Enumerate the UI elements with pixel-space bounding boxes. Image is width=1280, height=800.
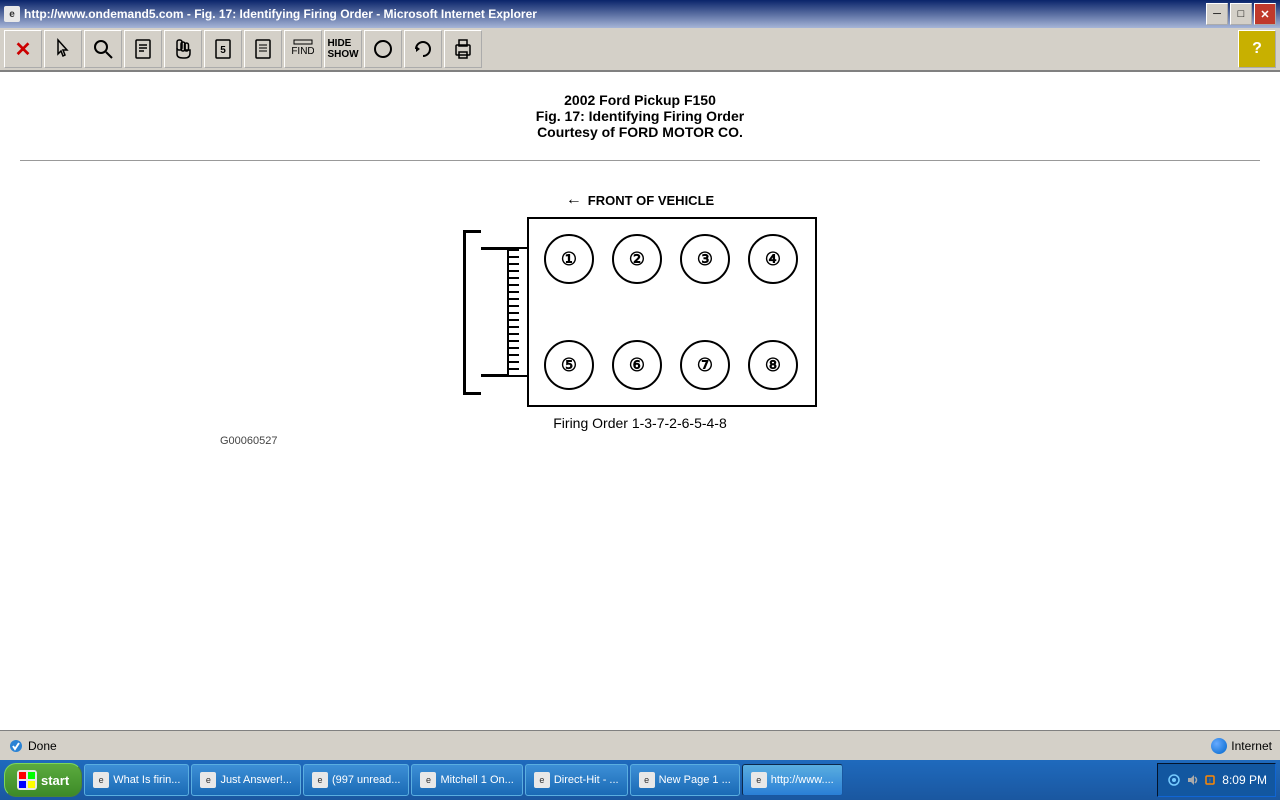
start-label: start [41, 773, 69, 788]
taskbar-item-icon-6: e [751, 772, 767, 788]
ie-icon: e [4, 6, 20, 22]
header-divider [20, 160, 1260, 161]
cylinder-5: ⑤ [544, 340, 594, 390]
tray-icon-volume [1184, 772, 1200, 788]
svg-text:FIND: FIND [292, 46, 314, 57]
help-btn[interactable]: ? [1238, 30, 1276, 68]
print-btn[interactable] [444, 30, 482, 68]
crank-arm-bottom [481, 374, 507, 377]
top-cylinder-row: ① ② ③ ④ [544, 234, 798, 284]
hand-btn[interactable] [164, 30, 202, 68]
taskbar-item-6[interactable]: e http://www.... [742, 764, 843, 796]
start-button[interactable]: start [4, 763, 82, 797]
hideshow-btn[interactable]: HIDESHOW [324, 30, 362, 68]
cylinder-1: ① [544, 234, 594, 284]
circle-btn[interactable] [364, 30, 402, 68]
close-btn[interactable]: ✕ [4, 30, 42, 68]
start-icon [17, 770, 37, 790]
taskbar-item-label-2: (997 unread... [332, 774, 401, 786]
fig-title: Fig. 17: Identifying Firing Order [20, 108, 1260, 124]
globe-icon [1211, 738, 1227, 754]
tray-icons: ! [1166, 772, 1218, 788]
refresh-btn[interactable] [404, 30, 442, 68]
taskbar-item-icon-3: e [420, 772, 436, 788]
doc-btn[interactable] [124, 30, 162, 68]
taskbar-item-icon-2: e [312, 772, 328, 788]
taskbar-clock: 8:09 PM [1222, 773, 1267, 787]
crank-connectors [481, 247, 507, 377]
internet-zone: Internet [1211, 738, 1272, 754]
window-title: http://www.ondemand5.com - Fig. 17: Iden… [24, 7, 1206, 21]
cylinder-3: ③ [680, 234, 730, 284]
front-arrow-icon: ← [566, 191, 582, 209]
doc3-btn[interactable] [244, 30, 282, 68]
toolbar: ✕ 5 FIND HIDESHOW ? [0, 28, 1280, 72]
status-bar: Done Internet [0, 730, 1280, 760]
ruler-marks [507, 247, 529, 377]
taskbar-item-0[interactable]: e What Is firin... [84, 764, 189, 796]
taskbar-item-icon-0: e [93, 772, 109, 788]
vehicle-title: 2002 Ford Pickup F150 [20, 92, 1260, 108]
taskbar-item-label-0: What Is firin... [113, 774, 180, 786]
taskbar-items: e What Is firin... e Just Answer!... e (… [84, 764, 1155, 796]
taskbar-item-label-3: Mitchell 1 On... [440, 774, 513, 786]
doc2-btn[interactable]: 5 [204, 30, 242, 68]
front-label-text: FRONT OF VEHICLE [588, 193, 714, 208]
crank-arm-top [481, 247, 507, 250]
taskbar-item-5[interactable]: e New Page 1 ... [630, 764, 740, 796]
taskbar-item-3[interactable]: e Mitchell 1 On... [411, 764, 522, 796]
minimize-button[interactable]: ─ [1206, 3, 1228, 25]
window-close-button[interactable]: ✕ [1254, 3, 1276, 25]
diagram-container: ← FRONT OF VEHICLE ① ② [20, 191, 1260, 447]
diagram-id: G00060527 [220, 435, 278, 447]
title-bar: e http://www.ondemand5.com - Fig. 17: Id… [0, 0, 1280, 28]
taskbar-item-1[interactable]: e Just Answer!... [191, 764, 301, 796]
zone-label: Internet [1231, 739, 1272, 753]
pointer-btn[interactable] [44, 30, 82, 68]
engine-diagram: ① ② ③ ④ ⑤ ⑥ ⑦ ⑧ [463, 217, 817, 407]
status-icon [8, 738, 24, 754]
engine-block: ① ② ③ ④ ⑤ ⑥ ⑦ ⑧ [527, 217, 817, 407]
magnify-btn[interactable] [84, 30, 122, 68]
status-done: Done [8, 738, 57, 754]
tray-icon-network [1166, 772, 1182, 788]
firing-order-label: Firing Order 1-3-7-2-6-5-4-8 [553, 415, 727, 431]
cylinder-7: ⑦ [680, 340, 730, 390]
svg-text:5: 5 [220, 45, 226, 56]
taskbar: start e What Is firin... e Just Answer!.… [0, 760, 1280, 800]
cylinder-2: ② [612, 234, 662, 284]
taskbar-item-label-6: http://www.... [771, 774, 834, 786]
find-btn[interactable]: FIND [284, 30, 322, 68]
cylinder-6: ⑥ [612, 340, 662, 390]
taskbar-item-4[interactable]: e Direct-Hit - ... [525, 764, 628, 796]
page-header: 2002 Ford Pickup F150 Fig. 17: Identifyi… [20, 92, 1260, 140]
taskbar-item-icon-5: e [639, 772, 655, 788]
taskbar-item-icon-1: e [200, 772, 216, 788]
courtesy-title: Courtesy of FORD MOTOR CO. [20, 124, 1260, 140]
front-label: ← FRONT OF VEHICLE [566, 191, 714, 209]
taskbar-right: ! 8:09 PM [1157, 763, 1276, 797]
tray-icon-security: ! [1202, 772, 1218, 788]
main-content: 2002 Ford Pickup F150 Fig. 17: Identifyi… [0, 72, 1280, 730]
maximize-button[interactable]: □ [1230, 3, 1252, 25]
window-controls[interactable]: ─ □ ✕ [1206, 3, 1276, 25]
taskbar-item-icon-4: e [534, 772, 550, 788]
taskbar-item-label-4: Direct-Hit - ... [554, 774, 619, 786]
cylinder-8: ⑧ [748, 340, 798, 390]
taskbar-item-2[interactable]: e (997 unread... [303, 764, 410, 796]
taskbar-item-label-5: New Page 1 ... [659, 774, 731, 786]
crank-body [463, 230, 481, 395]
taskbar-item-label-1: Just Answer!... [220, 774, 292, 786]
bottom-cylinder-row: ⑤ ⑥ ⑦ ⑧ [544, 340, 798, 390]
status-done-text: Done [28, 739, 57, 753]
cylinder-4: ④ [748, 234, 798, 284]
